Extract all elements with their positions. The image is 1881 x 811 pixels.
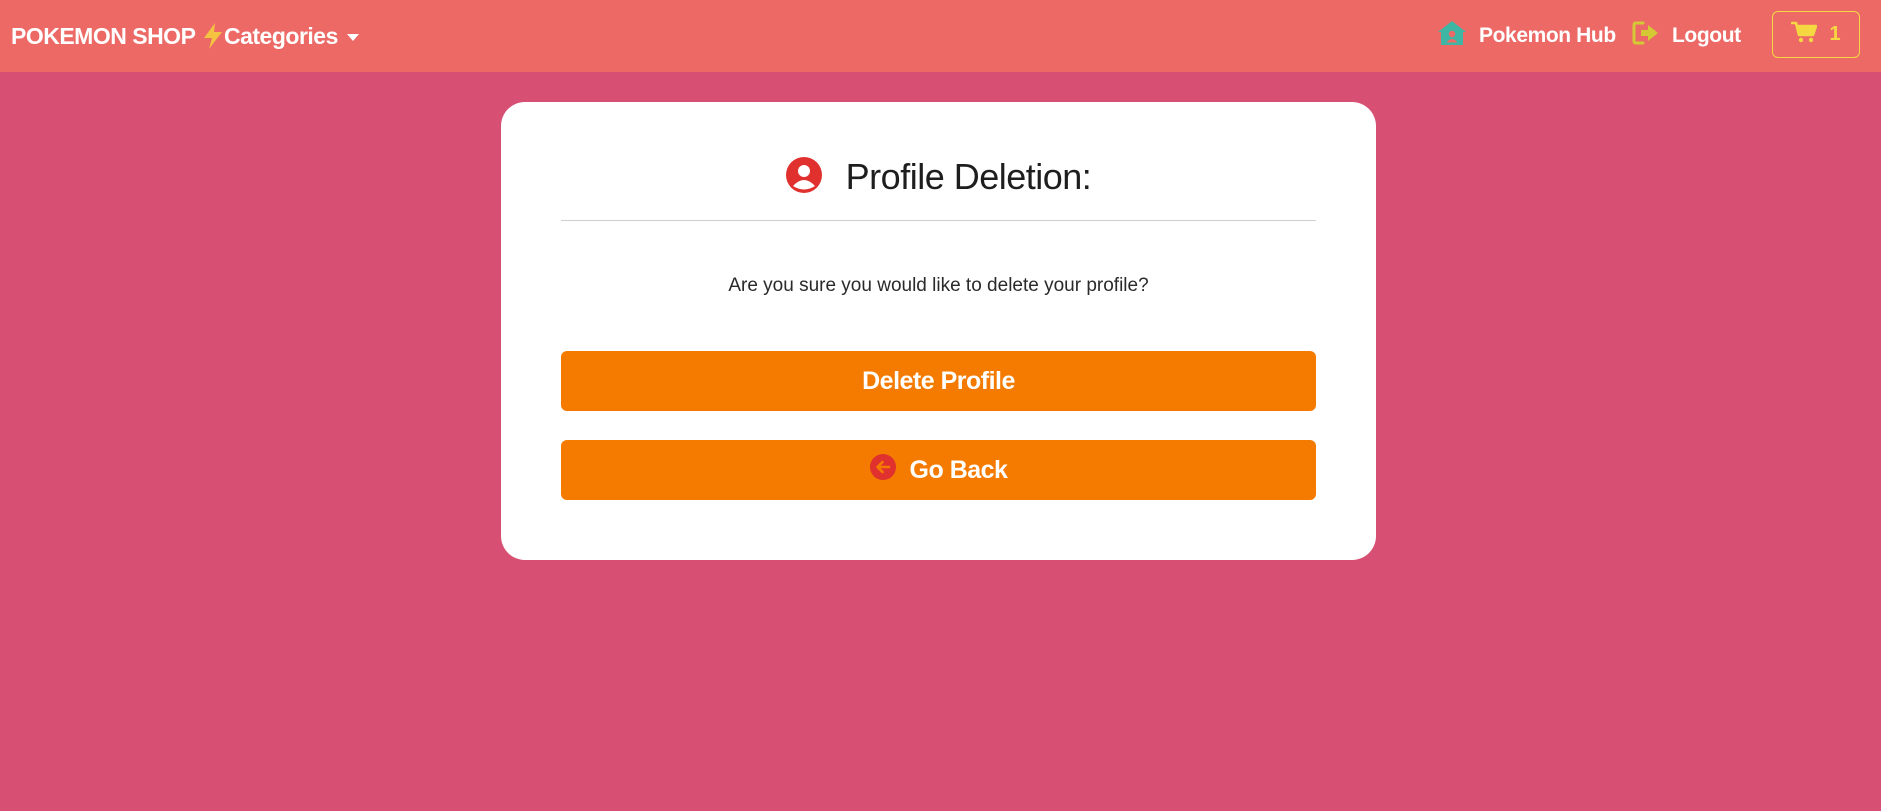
card-header: Profile Deletion: (561, 157, 1316, 223)
user-circle-icon (785, 157, 822, 198)
pokemon-hub-label: Pokemon Hub (1479, 24, 1616, 47)
logout-label: Logout (1672, 24, 1741, 47)
categories-dropdown[interactable]: Categories (224, 0, 359, 72)
caret-down-icon (346, 33, 359, 41)
logout-link[interactable]: Logout (1632, 0, 1741, 72)
lightning-bolt-icon (203, 23, 223, 49)
categories-label: Categories (224, 22, 338, 49)
confirmation-question: Are you sure you would like to delete yo… (728, 275, 1149, 296)
shopping-cart-icon (1791, 21, 1818, 49)
profile-deletion-card: Profile Deletion: Are you sure you would… (501, 102, 1376, 560)
arrow-circle-left-icon (869, 453, 896, 487)
sign-out-icon (1632, 21, 1660, 51)
go-back-label: Go Back (909, 455, 1008, 484)
go-back-button[interactable]: Go Back (561, 440, 1316, 500)
brand-name: POKEMON SHOP (11, 22, 196, 49)
cart-count: 1 (1829, 23, 1841, 45)
brand-link[interactable]: POKEMON SHOP (11, 0, 223, 72)
house-user-icon (1437, 20, 1467, 52)
cart-button[interactable]: 1 (1772, 11, 1860, 58)
divider (561, 220, 1316, 221)
pokemon-hub-link[interactable]: Pokemon Hub (1437, 0, 1616, 72)
delete-profile-button[interactable]: Delete Profile (561, 351, 1316, 411)
delete-profile-label: Delete Profile (862, 366, 1015, 395)
top-navbar: POKEMON SHOP Categories Pokemon Hub Logo… (0, 0, 1881, 72)
page-title: Profile Deletion: (845, 156, 1092, 197)
